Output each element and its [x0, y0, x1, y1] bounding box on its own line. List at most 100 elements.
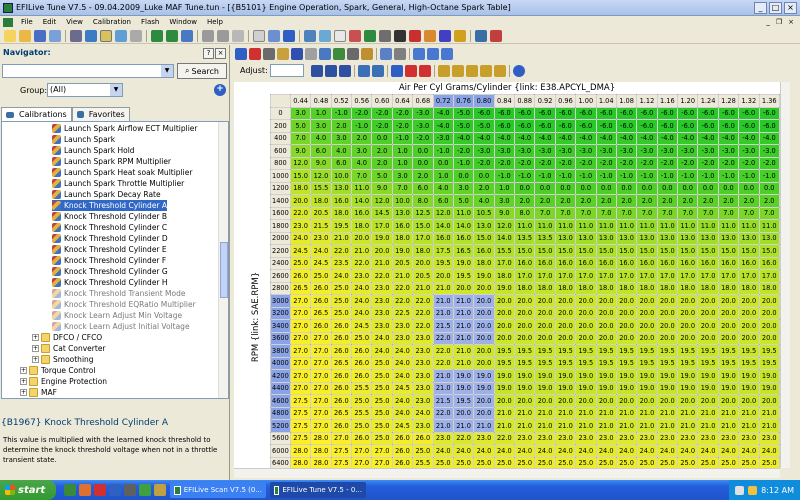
table-cell[interactable]: 27.5 [289, 419, 312, 433]
table-cell[interactable]: -2.0 [697, 156, 719, 170]
table-cell[interactable]: 15.0 [615, 244, 638, 258]
table-cell[interactable]: 21.0 [615, 419, 638, 433]
table-cell[interactable]: -4.0 [615, 131, 638, 145]
table-cell[interactable]: 19.5 [717, 356, 740, 370]
table-cell[interactable]: 21.0 [534, 419, 556, 433]
table-cell[interactable]: 18.0 [493, 269, 516, 283]
table-cell[interactable]: 17.0 [758, 269, 781, 283]
table-cell[interactable]: -6.0 [677, 119, 699, 133]
table-cell[interactable]: 15.0 [554, 244, 577, 258]
tree-item[interactable]: Knock Threshold Cylinder H [52, 277, 168, 288]
table-cell[interactable]: 24.0 [758, 444, 781, 458]
column-header[interactable]: 0.88 [514, 94, 536, 108]
table-cell[interactable]: 21.0 [554, 406, 577, 420]
table-cell[interactable]: 24.0 [391, 394, 414, 408]
table-cell[interactable]: 26.0 [351, 431, 373, 445]
table-cell[interactable]: 26.0 [391, 431, 414, 445]
table-cell[interactable]: 11.0 [534, 219, 556, 233]
undo-icon[interactable] [202, 29, 214, 42]
table-cell[interactable]: 13.5 [534, 231, 556, 245]
table-cell[interactable]: 20.0 [534, 331, 556, 345]
table-cell[interactable]: -2.0 [391, 119, 414, 133]
column-header[interactable]: 0.56 [351, 94, 373, 108]
table-cell[interactable]: 21.0 [432, 306, 454, 320]
table-cell[interactable]: 0.0 [534, 181, 556, 195]
table-cell[interactable]: 20.0 [473, 406, 495, 420]
table-cell[interactable]: 19.0 [697, 381, 719, 395]
table-cell[interactable]: 5.0 [371, 169, 393, 183]
maximize-button[interactable]: □ [769, 1, 782, 14]
table-cell[interactable]: 13.0 [473, 219, 495, 233]
table-cell[interactable]: 18.0 [717, 281, 740, 295]
table-cell[interactable]: -6.0 [656, 119, 679, 133]
table-cell[interactable]: 11.0 [738, 219, 760, 233]
table-cell[interactable]: -2.0 [636, 156, 658, 170]
table-cell[interactable]: 20.0 [595, 306, 617, 320]
table-cell[interactable]: 6.0 [330, 156, 353, 170]
row-header[interactable]: 1000 [270, 169, 291, 183]
table-cell[interactable]: 27.0 [310, 406, 332, 420]
tree-folder[interactable]: +MAP [20, 398, 57, 399]
table-cell[interactable]: 12.5 [412, 206, 434, 220]
table-cell[interactable]: -6.0 [758, 119, 781, 133]
plus-icon[interactable] [441, 48, 453, 60]
column-header[interactable]: 0.52 [330, 94, 353, 108]
tree-folder[interactable]: + Torque Control [20, 365, 95, 376]
row-header[interactable]: 5600 [270, 431, 291, 445]
table-cell[interactable]: 17.0 [738, 269, 760, 283]
vertical-scrollbar[interactable] [780, 82, 790, 468]
table-cell[interactable]: 23.0 [289, 219, 312, 233]
table-cell[interactable]: 20.0 [615, 306, 638, 320]
table-cell[interactable]: 8.0 [514, 206, 536, 220]
table-cell[interactable]: 2.0 [575, 194, 597, 208]
tree-item[interactable]: Launch Spark [52, 134, 115, 145]
table-cell[interactable]: -1.0 [432, 144, 454, 158]
table-cell[interactable]: 19.0 [595, 369, 617, 383]
sheet-icon[interactable] [334, 29, 346, 42]
table-cell[interactable]: -3.0 [473, 144, 495, 158]
row-header[interactable]: 1800 [270, 219, 291, 233]
table-cell[interactable]: 27.0 [289, 319, 312, 333]
column-header[interactable]: 0.84 [493, 94, 516, 108]
table-cell[interactable]: 18.0 [514, 281, 536, 295]
table-cell[interactable]: 16.0 [432, 231, 454, 245]
firefox-icon[interactable] [79, 484, 91, 496]
table-cell[interactable]: 21.0 [452, 344, 475, 358]
table-cell[interactable]: 11.0 [656, 219, 679, 233]
table-cell[interactable]: 20.0 [473, 394, 495, 408]
table-cell[interactable]: 15.0 [595, 244, 617, 258]
table-cell[interactable]: 23.0 [615, 431, 638, 445]
table-cell[interactable]: 24.0 [595, 444, 617, 458]
row-header[interactable]: 2200 [270, 244, 291, 258]
gauge-icon[interactable] [454, 29, 466, 42]
table-cell[interactable]: 24.5 [391, 381, 414, 395]
table-cell[interactable]: 11.0 [697, 219, 719, 233]
copy-cells-icon[interactable] [494, 65, 506, 77]
table-cell[interactable]: 27.5 [289, 431, 312, 445]
table-cell[interactable]: 11.0 [452, 206, 475, 220]
table-cell[interactable]: 22.0 [371, 269, 393, 283]
table-cell[interactable]: 15.0 [473, 231, 495, 245]
paste-icon[interactable] [333, 48, 345, 60]
pointer-icon[interactable] [235, 48, 247, 60]
compare-icon[interactable] [115, 29, 127, 42]
task-efilive-scan[interactable]: EFILive Scan V7.5 (0... [170, 482, 266, 498]
table-cell[interactable]: 19.0 [514, 369, 536, 383]
table-cell[interactable]: 25.0 [371, 419, 393, 433]
table-cell[interactable]: 20.0 [758, 306, 781, 320]
mdi-minimize-button[interactable]: _ [764, 18, 772, 26]
table-cell[interactable]: 19.5 [493, 344, 516, 358]
table-cell[interactable]: 15.0 [534, 244, 556, 258]
table-cell[interactable]: 1.0 [432, 169, 454, 183]
table-cell[interactable]: 3.0 [493, 194, 516, 208]
table-cell[interactable]: 24.0 [351, 306, 373, 320]
table-cell[interactable]: 24.0 [473, 444, 495, 458]
table-cell[interactable]: 27.0 [330, 431, 353, 445]
table-cell[interactable]: -3.0 [636, 144, 658, 158]
table-cell[interactable]: 0.0 [636, 181, 658, 195]
redo-icon[interactable] [217, 29, 229, 42]
column-header[interactable]: 0.96 [554, 94, 577, 108]
smooth-icon[interactable] [358, 65, 370, 77]
table-cell[interactable]: -1.0 [351, 119, 373, 133]
table-cell[interactable]: 19.5 [697, 356, 719, 370]
